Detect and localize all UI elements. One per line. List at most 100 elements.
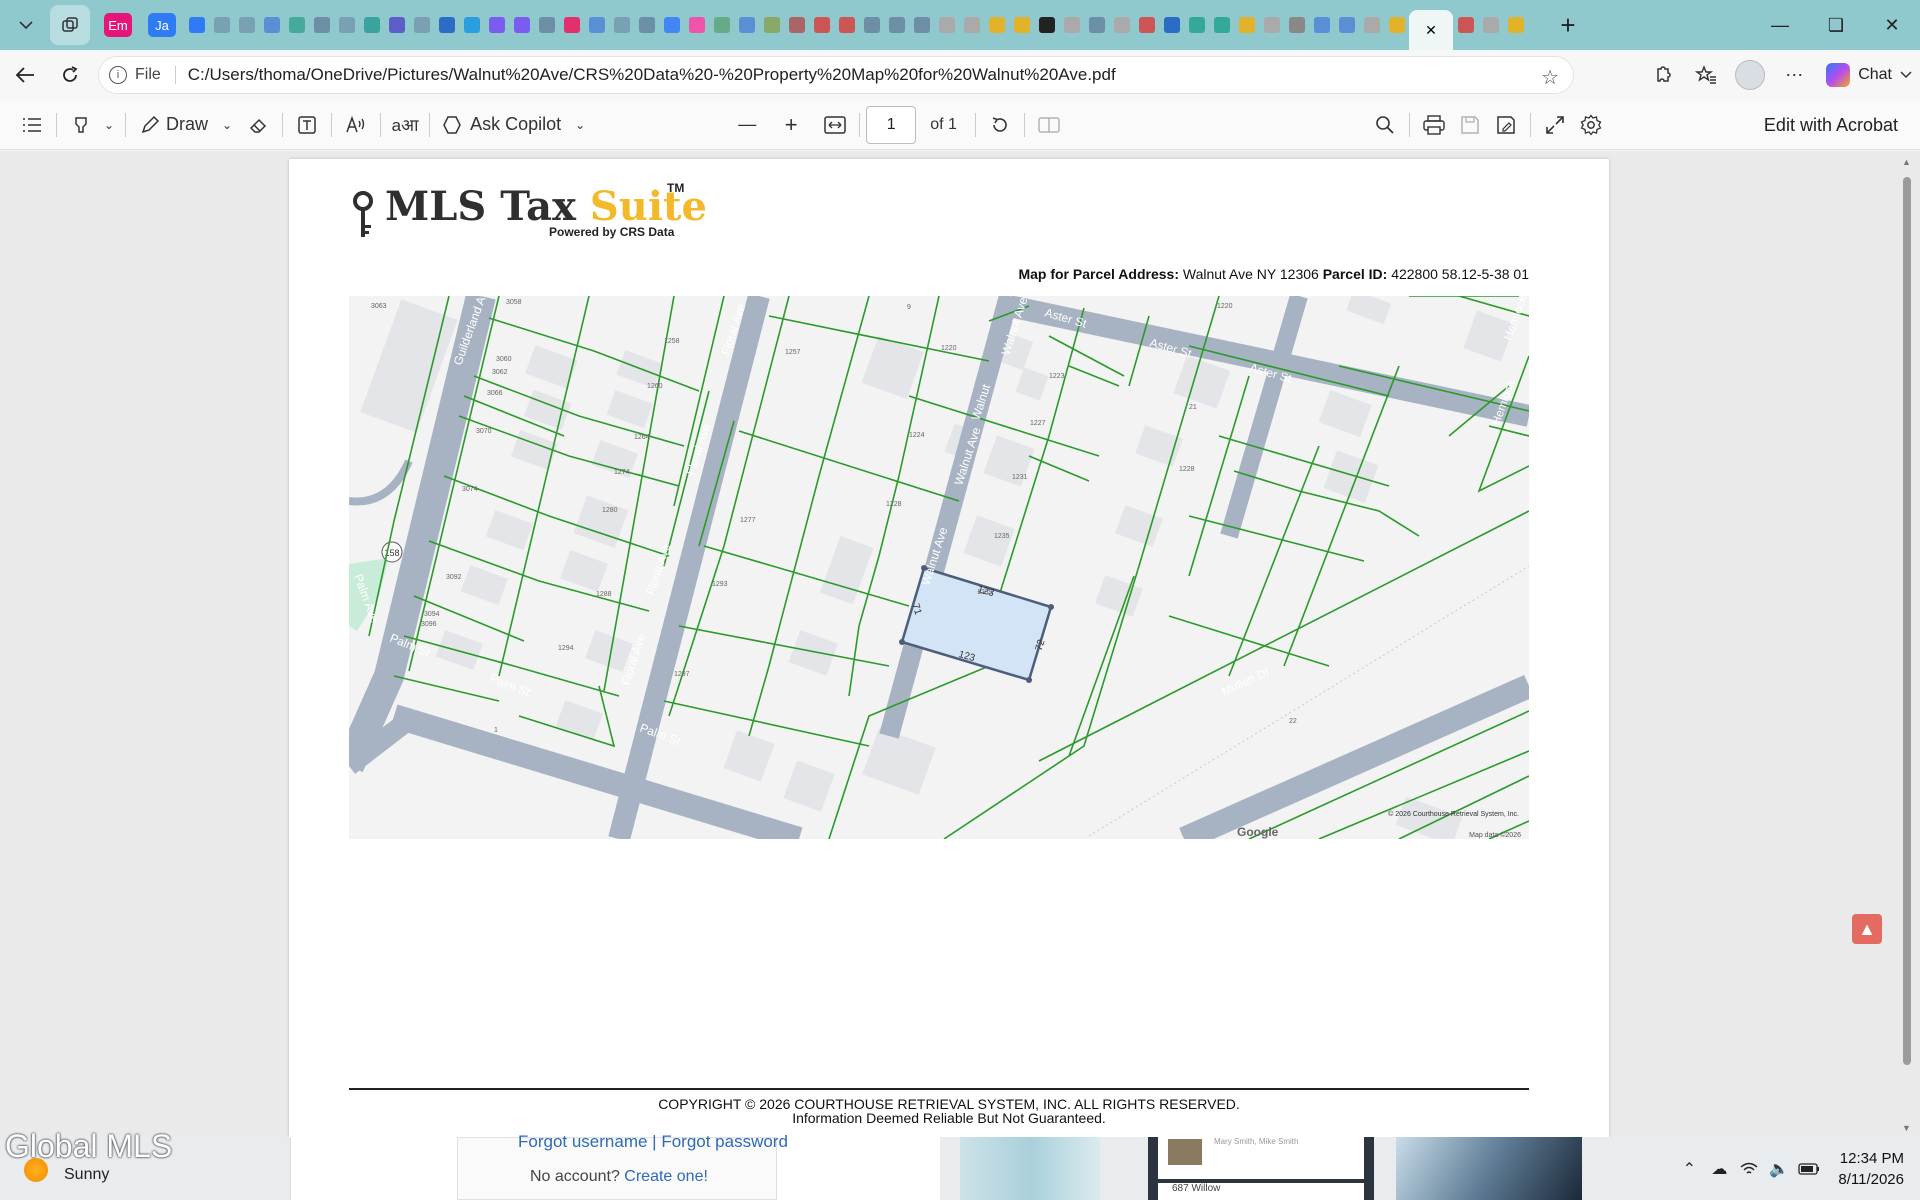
save-icon[interactable] <box>1452 105 1488 145</box>
tab[interactable] <box>1209 10 1234 40</box>
tab[interactable] <box>834 10 859 40</box>
tab[interactable] <box>234 10 259 40</box>
text-box-icon[interactable] <box>289 105 325 145</box>
chevron-up-icon[interactable]: ⌃ <box>1674 1154 1704 1184</box>
tab[interactable] <box>1134 10 1159 40</box>
refresh-button[interactable] <box>50 55 90 95</box>
tab-actions-menu-button[interactable] <box>6 5 46 45</box>
tab[interactable] <box>1334 10 1359 40</box>
tab[interactable] <box>1478 10 1503 40</box>
address-bar[interactable]: i File C:/Users/thoma/OneDrive/Pictures/… <box>98 56 1574 94</box>
save-as-icon[interactable] <box>1488 105 1524 145</box>
wifi-icon[interactable] <box>1734 1154 1764 1184</box>
gear-icon[interactable] <box>1573 105 1609 145</box>
onedrive-icon[interactable]: ☁ <box>1704 1154 1734 1184</box>
draw-dropdown-icon[interactable]: ⌄ <box>222 118 232 132</box>
tab[interactable] <box>1503 10 1528 40</box>
tab[interactable] <box>384 10 409 40</box>
workspaces-button[interactable] <box>50 5 90 45</box>
tab[interactable] <box>1359 10 1384 40</box>
url-text[interactable]: C:/Users/thoma/OneDrive/Pictures/Walnut%… <box>188 65 1116 85</box>
extensions-icon[interactable] <box>1640 55 1684 95</box>
tab[interactable] <box>259 10 284 40</box>
tab[interactable] <box>659 10 684 40</box>
tab[interactable] <box>484 10 509 40</box>
tab[interactable] <box>1159 10 1184 40</box>
tab[interactable] <box>184 10 209 40</box>
scroll-up-icon[interactable]: ▲ <box>1902 157 1911 167</box>
tab[interactable] <box>1084 10 1109 40</box>
taskbar-preview-photo[interactable] <box>1396 1137 1582 1200</box>
battery-icon[interactable] <box>1794 1154 1824 1184</box>
tab[interactable] <box>1009 10 1034 40</box>
tab[interactable] <box>1309 10 1334 40</box>
page-view-icon[interactable] <box>1031 105 1067 145</box>
tab[interactable] <box>1184 10 1209 40</box>
tab-active[interactable]: ✕ <box>1409 10 1453 50</box>
tab[interactable] <box>709 10 734 40</box>
highlight-icon[interactable] <box>63 105 99 145</box>
profile-avatar[interactable] <box>1728 55 1772 95</box>
edit-with-acrobat-button[interactable]: Edit with Acrobat <box>1764 100 1898 150</box>
tab[interactable] <box>1384 10 1409 40</box>
tab[interactable] <box>1109 10 1134 40</box>
scroll-down-icon[interactable]: ▼ <box>1902 1123 1911 1133</box>
print-icon[interactable] <box>1416 105 1452 145</box>
close-window-button[interactable]: ✕ <box>1864 0 1920 50</box>
pdf-viewer[interactable]: MLS Tax Suite TM Powered by CRS Data Map… <box>0 151 1920 1137</box>
more-menu-icon[interactable]: ⋯ <box>1772 55 1816 95</box>
tab[interactable]: Em <box>96 10 140 40</box>
taskbar-preview-listings[interactable]: Mary Smith, Mike Smith 687 Willow <box>1148 1137 1374 1200</box>
vertical-scrollbar[interactable]: ▲ ▼ <box>1902 157 1912 1133</box>
rotate-icon[interactable] <box>982 105 1018 145</box>
tab[interactable] <box>734 10 759 40</box>
info-icon[interactable]: i <box>109 66 127 84</box>
restore-button[interactable]: ❏ <box>1808 0 1864 50</box>
tab[interactable] <box>584 10 609 40</box>
tab[interactable] <box>309 10 334 40</box>
close-tab-icon[interactable]: ✕ <box>1425 22 1437 39</box>
translate-icon[interactable]: aआ <box>387 105 423 145</box>
tab[interactable] <box>884 10 909 40</box>
tab[interactable] <box>784 10 809 40</box>
minimize-button[interactable]: — <box>1752 0 1808 50</box>
tab[interactable] <box>209 10 234 40</box>
tab[interactable] <box>434 10 459 40</box>
clock[interactable]: 12:34 PM 8/11/2026 <box>1838 1148 1904 1190</box>
tab[interactable] <box>359 10 384 40</box>
taskbar-preview-image[interactable] <box>960 1137 1100 1200</box>
tab[interactable] <box>1059 10 1084 40</box>
acrobat-icon[interactable]: ▲ <box>1852 914 1882 944</box>
contents-list-icon[interactable] <box>14 105 50 145</box>
tab[interactable] <box>609 10 634 40</box>
search-icon[interactable] <box>1367 105 1403 145</box>
read-aloud-icon[interactable] <box>338 105 374 145</box>
tab[interactable] <box>934 10 959 40</box>
volume-icon[interactable]: 🔈 <box>1764 1154 1794 1184</box>
tab[interactable] <box>859 10 884 40</box>
scrollbar-thumb[interactable] <box>1903 177 1911 1065</box>
tab[interactable] <box>684 10 709 40</box>
tab[interactable] <box>984 10 1009 40</box>
taskbar-preview-login[interactable]: Forgot username | Forgot password No acc… <box>290 1132 940 1200</box>
tab[interactable] <box>509 10 534 40</box>
tab[interactable]: Ja <box>140 10 184 40</box>
tab[interactable] <box>284 10 309 40</box>
tab[interactable] <box>1234 10 1259 40</box>
favorite-star-icon[interactable]: ☆ <box>1541 65 1559 90</box>
fit-width-icon[interactable] <box>817 105 853 145</box>
page-number-input[interactable]: 1 <box>866 105 917 144</box>
new-tab-button[interactable]: + <box>1548 5 1588 45</box>
tab[interactable] <box>759 10 784 40</box>
highlight-dropdown-icon[interactable]: ⌄ <box>99 105 119 145</box>
eraser-icon[interactable] <box>240 105 276 145</box>
tab[interactable] <box>1284 10 1309 40</box>
tab[interactable] <box>559 10 584 40</box>
zoom-out-icon[interactable]: — <box>729 105 765 145</box>
favorites-icon[interactable] <box>1684 55 1728 95</box>
back-button[interactable] <box>5 55 45 95</box>
tab[interactable] <box>959 10 984 40</box>
tab[interactable] <box>409 10 434 40</box>
tab[interactable] <box>1453 10 1478 40</box>
tab[interactable] <box>909 10 934 40</box>
